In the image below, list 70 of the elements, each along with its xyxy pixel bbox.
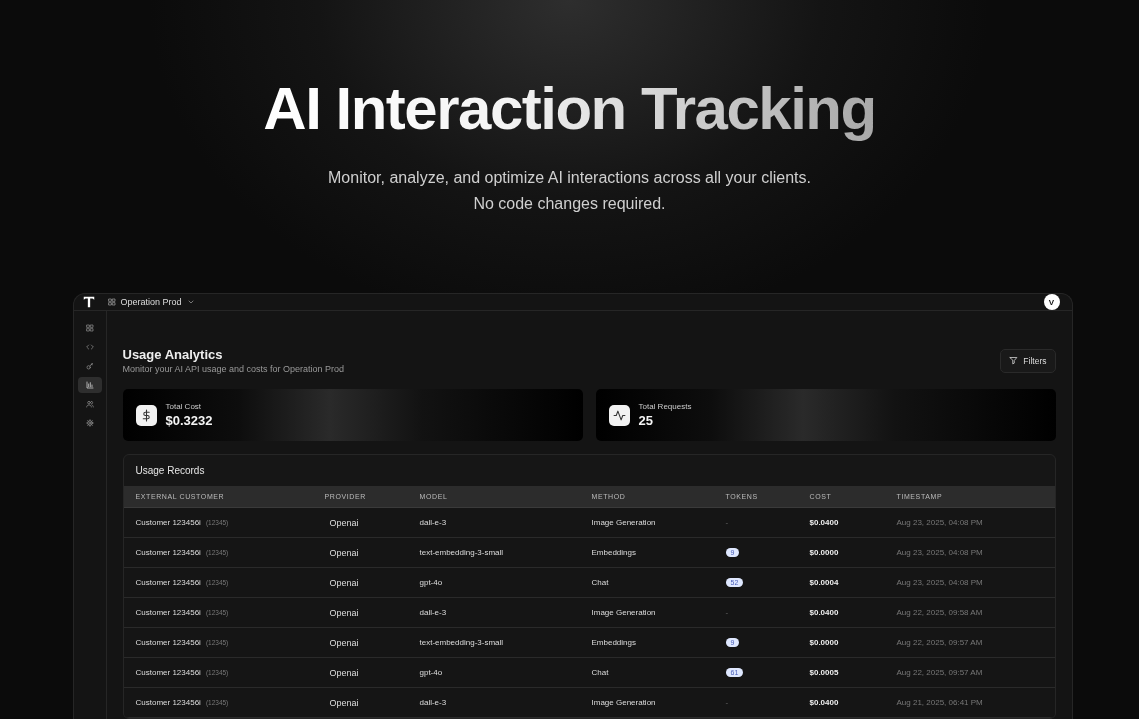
avatar[interactable]: V <box>1043 294 1060 310</box>
table-cell-text: Aug 22, 2025, 09:57 AM <box>896 638 984 647</box>
table-cell-text: $0.0005 <box>809 668 840 677</box>
table-cell-text: Image Generation <box>591 518 657 527</box>
table-cell: - <box>725 518 729 527</box>
table-cell-text: dall-e-3 <box>419 518 448 527</box>
dollar-icon <box>135 404 157 426</box>
table-cell-text: $0.0004 <box>809 578 840 587</box>
table-cell-text: Aug 23, 2025, 04:08 PM <box>896 578 984 587</box>
grid-icon <box>107 298 116 306</box>
table-cell-text: Openai <box>328 667 360 678</box>
table-cell-text: Openai <box>328 547 360 558</box>
hero-subtitle: Monitor, analyze, and optimize AI interactions across all your clients. <box>328 168 811 188</box>
table-cell-text: Aug 21, 2025, 06:41 PM <box>896 698 984 707</box>
bar-chart-icon <box>84 381 95 389</box>
table-cell-text: Chat <box>591 578 610 587</box>
table-cell-text: Aug 23, 2025, 04:08 PM <box>896 518 984 527</box>
customer-name: Customer 123456i <box>135 518 201 527</box>
page-title: Usage Analytics <box>122 347 224 362</box>
table-cell-text: $0.0400 <box>809 608 840 617</box>
table-cell-text: Openai <box>328 637 360 648</box>
table-cell: - <box>725 608 729 617</box>
table-cell-text: gpt-4o <box>419 668 444 677</box>
table-cell-text: $0.0000 <box>809 548 840 557</box>
pulse-icon <box>608 404 630 426</box>
table-cell-text: gpt-4o <box>419 578 444 587</box>
table-cell-text: dall-e-3 <box>419 698 448 707</box>
customer-name: Customer 123456i <box>135 698 201 707</box>
stat-label: Total Requests <box>638 402 692 411</box>
customer-name: Customer 123456i <box>135 548 201 557</box>
table-cell-text: Image Generation <box>591 698 657 707</box>
filter-icon <box>1009 356 1019 365</box>
filters-button[interactable]: Filters <box>1000 348 1056 373</box>
settings-icon <box>84 419 95 427</box>
table-cell-text: Aug 22, 2025, 09:58 AM <box>896 608 984 617</box>
table-cell-text: Image Generation <box>591 608 657 617</box>
customer-name: Customer 123456i <box>135 608 201 617</box>
table-cell-text: text-embedding-3-small <box>419 638 505 647</box>
customer-name: Customer 123456i <box>135 638 201 647</box>
code-icon <box>84 343 95 351</box>
table-cell-text: Openai <box>328 697 360 708</box>
page-subtitle: Monitor your AI API usage and costs for Operation Prod <box>122 364 345 374</box>
customer-name: Customer 123456i <box>135 668 201 677</box>
caret-icon <box>186 298 195 306</box>
sidebar-item[interactable] <box>77 377 102 393</box>
logo-icon <box>81 295 96 309</box>
table-cell-text: $0.0400 <box>809 698 840 707</box>
table-cell-text: Openai <box>328 607 360 618</box>
table-cell-text: Openai <box>328 577 360 588</box>
grid-icon <box>84 324 95 332</box>
table-cell-text: Aug 23, 2025, 04:08 PM <box>896 548 984 557</box>
table-cell-text: Embeddings <box>591 638 637 647</box>
customer-name: Customer 123456i <box>135 578 201 587</box>
table-cell-text: Aug 22, 2025, 09:57 AM <box>896 668 984 677</box>
stat-label: Total Cost <box>165 402 203 411</box>
stat-value: 25 <box>638 413 654 428</box>
table-cell-text: $0.0400 <box>809 518 840 527</box>
table-cell-text: Openai <box>328 517 360 528</box>
users-icon <box>84 400 95 408</box>
table-cell-text: dall-e-3 <box>419 608 448 617</box>
stat-value: $0.3232 <box>165 413 213 428</box>
table-cell: - <box>725 698 729 707</box>
table-title: Usage Records <box>134 464 206 478</box>
project-selector[interactable]: Operation Prod <box>107 297 195 307</box>
key-icon <box>84 362 95 370</box>
hero-subtitle: No code changes required. <box>473 194 666 214</box>
table-cell-text: text-embedding-3-small <box>419 548 505 557</box>
table-cell-text: $0.0000 <box>809 638 840 647</box>
table-cell-text: Chat <box>591 668 610 677</box>
table-cell-text: Embeddings <box>591 548 637 557</box>
